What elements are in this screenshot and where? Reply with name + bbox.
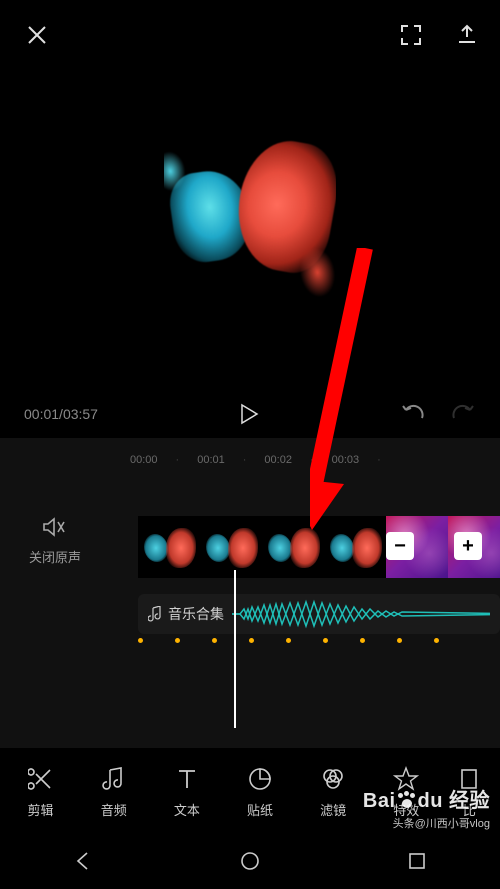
text-icon: [174, 766, 200, 792]
beat-markers: [138, 638, 439, 643]
current-time: 00:01: [24, 406, 59, 422]
mute-label: 关闭原声: [0, 547, 110, 566]
audio-track-label: 音乐合集: [168, 604, 224, 624]
clip-thumb[interactable]: [200, 516, 262, 578]
fullscreen-icon[interactable]: [400, 24, 422, 46]
play-icon[interactable]: [239, 403, 259, 425]
clip-thumb[interactable]: [262, 516, 324, 578]
watermark: Baidu 经验 头条@川西小哥vlog: [363, 784, 490, 831]
close-icon[interactable]: [26, 24, 48, 46]
clip-thumb[interactable]: [138, 516, 200, 578]
paw-icon: [398, 793, 416, 809]
mute-original-audio[interactable]: 关闭原声: [0, 516, 110, 566]
nav-home-icon[interactable]: [239, 850, 261, 872]
add-clip-button[interactable]: +: [454, 532, 482, 560]
tool-cut[interactable]: 剪辑: [10, 766, 72, 819]
system-nav-bar: [0, 833, 500, 889]
music-note-icon: [148, 606, 162, 622]
tool-filter[interactable]: 滤镜: [302, 766, 364, 819]
redo-icon: [450, 404, 476, 424]
tool-text[interactable]: 文本: [156, 766, 218, 819]
tool-audio[interactable]: 音频: [83, 766, 145, 819]
waveform: [232, 599, 490, 629]
video-track[interactable]: [138, 516, 500, 578]
nav-recent-icon[interactable]: [406, 850, 428, 872]
filter-icon: [320, 766, 346, 792]
total-time: 03:57: [63, 406, 98, 422]
audio-track[interactable]: 音乐合集: [138, 594, 500, 634]
scissors-icon: [28, 766, 54, 792]
music-note-icon: [101, 766, 127, 792]
playhead[interactable]: [234, 570, 236, 728]
nav-back-icon[interactable]: [72, 850, 94, 872]
clip-thumb[interactable]: [324, 516, 386, 578]
timeline[interactable]: 00:00· 00:01· 00:02· 00:03· 关闭原声 − + 音乐合…: [0, 438, 500, 748]
time-display: 00:01/03:57: [24, 406, 98, 422]
sticker-icon: [247, 766, 273, 792]
watermark-author: 头条@川西小哥vlog: [363, 815, 490, 831]
time-ruler: 00:00· 00:01· 00:02· 00:03·: [0, 448, 500, 472]
remove-clip-button[interactable]: −: [386, 532, 414, 560]
tool-sticker[interactable]: 贴纸: [229, 766, 291, 819]
export-icon[interactable]: [456, 24, 478, 46]
video-preview[interactable]: [0, 70, 500, 390]
undo-icon[interactable]: [400, 404, 426, 424]
